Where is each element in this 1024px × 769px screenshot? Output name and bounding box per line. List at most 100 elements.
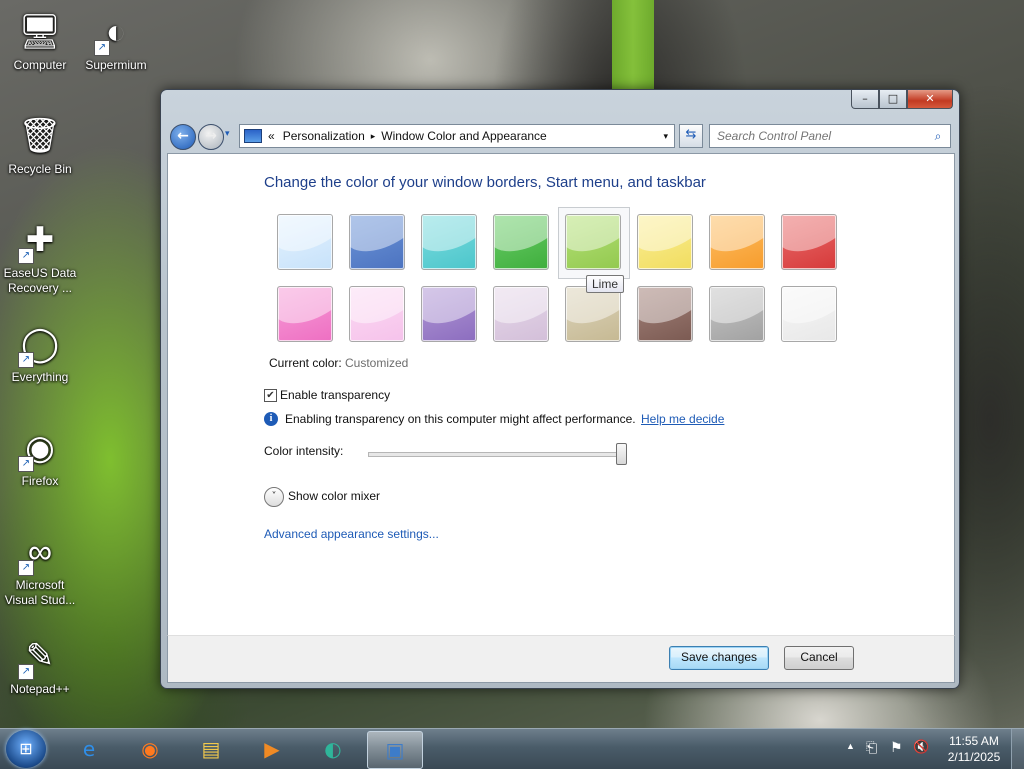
- desktop-icon[interactable]: ◯ ↗ Everything: [0, 320, 80, 385]
- breadcrumb-separator[interactable]: ▸: [371, 131, 376, 142]
- color-swatch-fill: [277, 286, 333, 342]
- app-icon: 🗑: [18, 117, 62, 155]
- color-swatch-1[interactable]: [346, 211, 410, 275]
- clock[interactable]: 11:55 AM 2/11/2025: [940, 733, 1008, 765]
- color-swatch-fill: [421, 214, 477, 270]
- advanced-appearance-link[interactable]: Advanced appearance settings...: [264, 527, 439, 541]
- back-button[interactable]: ←: [170, 124, 196, 150]
- network-icon[interactable]: ⎗: [866, 739, 877, 756]
- tray-expand-icon[interactable]: ▲: [846, 741, 855, 751]
- color-swatch-13[interactable]: [634, 283, 698, 347]
- volume-muted-icon[interactable]: 🔇: [913, 739, 929, 755]
- shortcut-arrow-icon: ↗: [18, 560, 34, 576]
- address-dropdown-icon[interactable]: ▾: [663, 131, 668, 142]
- color-swatch-14[interactable]: [706, 283, 770, 347]
- color-swatch-11[interactable]: [490, 283, 554, 347]
- shortcut-arrow-icon: ↗: [94, 40, 110, 56]
- desktop-icon[interactable]: ✎ ↗ Notepad++: [0, 632, 80, 697]
- breadcrumb-personalization[interactable]: Personalization: [283, 129, 365, 143]
- color-swatch-5[interactable]: [634, 211, 698, 275]
- window-controls: – □ ✕: [851, 90, 953, 109]
- desktop-icon-label: EaseUS Data Recovery ...: [3, 266, 77, 295]
- taskbar-media-player[interactable]: ▶: [245, 731, 299, 767]
- window-color-appearance: – □ ✕ ← → ▾ « Personalization ▸ Window C…: [160, 89, 960, 689]
- color-swatch-4[interactable]: [558, 207, 630, 279]
- taskbar-internet-explorer[interactable]: e: [62, 731, 116, 767]
- desktop-icon[interactable]: 🗑 Recycle Bin: [0, 112, 80, 177]
- navigation-bar: ← → ▾ « Personalization ▸ Window Color a…: [167, 122, 953, 150]
- color-swatch-9[interactable]: [346, 283, 410, 347]
- recent-pages-dropdown[interactable]: ▾: [225, 129, 235, 141]
- color-swatch-fill: [349, 214, 405, 270]
- color-swatch-fill: [493, 286, 549, 342]
- taskbar: ⊞ e ◉ ▤ ▶ ◐ ▣ ▲ ⎗ ⚑ 🔇 11:55 AM 2/11/2025: [0, 728, 1024, 769]
- clock-date: 2/11/2025: [947, 750, 1001, 764]
- color-swatch-7[interactable]: [778, 211, 842, 275]
- desktop-icon[interactable]: ◐ ↗ Supermium: [76, 8, 156, 73]
- close-button[interactable]: ✕: [907, 90, 953, 109]
- maximize-button[interactable]: □: [879, 90, 907, 109]
- color-swatch-15[interactable]: [778, 283, 842, 347]
- help-me-decide-link[interactable]: Help me decide: [641, 412, 724, 426]
- content-pane: Change the color of your window borders,…: [167, 153, 955, 636]
- desktop-icon-label: Computer: [13, 58, 67, 72]
- taskbar-firefox[interactable]: ◉: [123, 731, 177, 767]
- cancel-button[interactable]: Cancel: [784, 646, 854, 670]
- app-icon: 🖥: [18, 13, 62, 51]
- color-swatch-0[interactable]: [274, 211, 338, 275]
- color-swatch-fill: [349, 286, 405, 342]
- search-input[interactable]: [715, 128, 931, 144]
- shortcut-arrow-icon: ↗: [18, 456, 34, 472]
- taskbar-supermium[interactable]: ◐: [306, 731, 360, 767]
- taskbar-file-explorer[interactable]: ▤: [184, 731, 238, 767]
- transparency-label[interactable]: Enable transparency: [280, 388, 390, 402]
- desktop-icon-label: Notepad++: [10, 682, 70, 696]
- app-icon: ✎ ↗: [16, 632, 64, 680]
- action-center-flag-icon[interactable]: ⚑: [890, 739, 903, 756]
- app-icon: ◐ ↗: [92, 8, 140, 56]
- desktop-icon-label: Firefox: [21, 474, 59, 488]
- color-swatch-fill: [781, 286, 837, 342]
- save-changes-button[interactable]: Save changes: [669, 646, 769, 670]
- chevron-down-icon[interactable]: ˅: [264, 487, 284, 507]
- app-icon: ◯ ↗: [16, 320, 64, 368]
- show-color-mixer-label[interactable]: Show color mixer: [288, 489, 380, 503]
- color-intensity-slider[interactable]: [368, 452, 626, 457]
- desktop-icon[interactable]: 🖥 Computer: [0, 8, 80, 73]
- desktop-icon[interactable]: ∞ ↗ Microsoft Visual Stud...: [0, 528, 80, 608]
- swatch-tooltip: Lime: [586, 275, 625, 293]
- show-desktop-button[interactable]: [1011, 729, 1024, 769]
- color-swatch-8[interactable]: [274, 283, 338, 347]
- address-overflow[interactable]: «: [268, 129, 275, 143]
- breadcrumb-window-color[interactable]: Window Color and Appearance: [381, 129, 546, 143]
- desktop-icon[interactable]: ◉ ↗ Firefox: [0, 424, 80, 489]
- desktop-icon-label: Microsoft Visual Stud...: [4, 578, 76, 607]
- color-swatch-2[interactable]: [418, 211, 482, 275]
- color-swatch-6[interactable]: [706, 211, 770, 275]
- transparency-checkbox[interactable]: ✔: [264, 389, 277, 402]
- refresh-button[interactable]: ⇆: [679, 124, 703, 148]
- minimize-button[interactable]: –: [851, 90, 879, 109]
- desktop-icon[interactable]: ✚ ↗ EaseUS Data Recovery ...: [0, 216, 80, 296]
- info-text: Enabling transparency on this computer m…: [285, 412, 636, 426]
- start-button[interactable]: ⊞: [6, 730, 46, 768]
- search-icon[interactable]: ⌕: [931, 129, 945, 143]
- page-title: Change the color of your window borders,…: [264, 174, 706, 191]
- color-swatch-3[interactable]: [490, 211, 554, 275]
- forward-button[interactable]: →: [198, 124, 224, 150]
- search-box[interactable]: ⌕: [709, 124, 951, 148]
- taskbar-control-panel[interactable]: ▣: [367, 731, 423, 769]
- desktop-icon-label: Recycle Bin: [8, 162, 72, 176]
- info-icon: i: [264, 412, 278, 426]
- footer-bar: Save changes Cancel: [167, 635, 955, 683]
- color-swatch-fill: [277, 214, 333, 270]
- color-intensity-label: Color intensity:: [264, 444, 344, 458]
- shortcut-arrow-icon: ↗: [18, 248, 34, 264]
- address-bar[interactable]: « Personalization ▸ Window Color and App…: [239, 124, 675, 148]
- app-icon: ∞ ↗: [16, 528, 64, 576]
- app-icon: ◉ ↗: [16, 424, 64, 472]
- color-swatch-fill: [421, 286, 477, 342]
- color-intensity-thumb[interactable]: [616, 443, 627, 465]
- color-swatch-fill: [709, 214, 765, 270]
- color-swatch-10[interactable]: [418, 283, 482, 347]
